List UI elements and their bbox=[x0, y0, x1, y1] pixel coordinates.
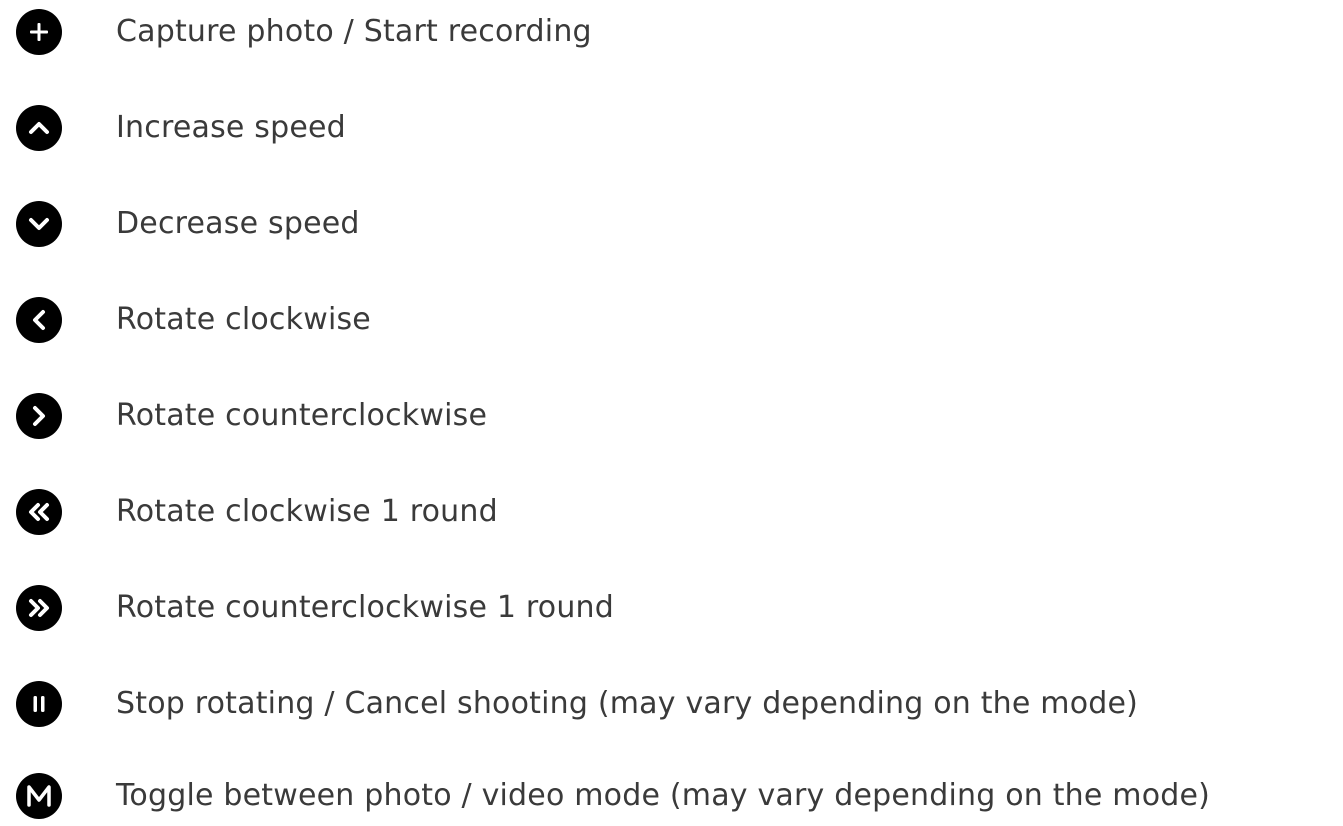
legend-label: Capture photo / Start recording bbox=[116, 14, 592, 49]
legend-label: Increase speed bbox=[116, 110, 346, 145]
legend-label: Rotate clockwise bbox=[116, 302, 371, 337]
legend-label: Toggle between photo / video mode (may v… bbox=[116, 778, 1211, 813]
chevron-up-icon bbox=[15, 104, 63, 152]
chevron-down-icon bbox=[15, 200, 63, 248]
legend-label: Stop rotating / Cancel shooting (may var… bbox=[116, 686, 1139, 721]
legend-label: Rotate counterclockwise 1 round bbox=[116, 590, 614, 625]
legend-label: Rotate clockwise 1 round bbox=[116, 494, 498, 529]
chevron-right-icon bbox=[15, 392, 63, 440]
pause-icon bbox=[15, 680, 63, 728]
plus-icon bbox=[15, 8, 63, 56]
button-legend: Capture photo / Start recording Increase… bbox=[0, 0, 1343, 821]
chevron-left-icon bbox=[15, 296, 63, 344]
legend-label: Rotate counterclockwise bbox=[116, 398, 488, 433]
m-letter-icon bbox=[15, 772, 63, 820]
double-chevron-right-icon bbox=[15, 584, 63, 632]
double-chevron-left-icon bbox=[15, 488, 63, 536]
legend-label: Decrease speed bbox=[116, 206, 360, 241]
